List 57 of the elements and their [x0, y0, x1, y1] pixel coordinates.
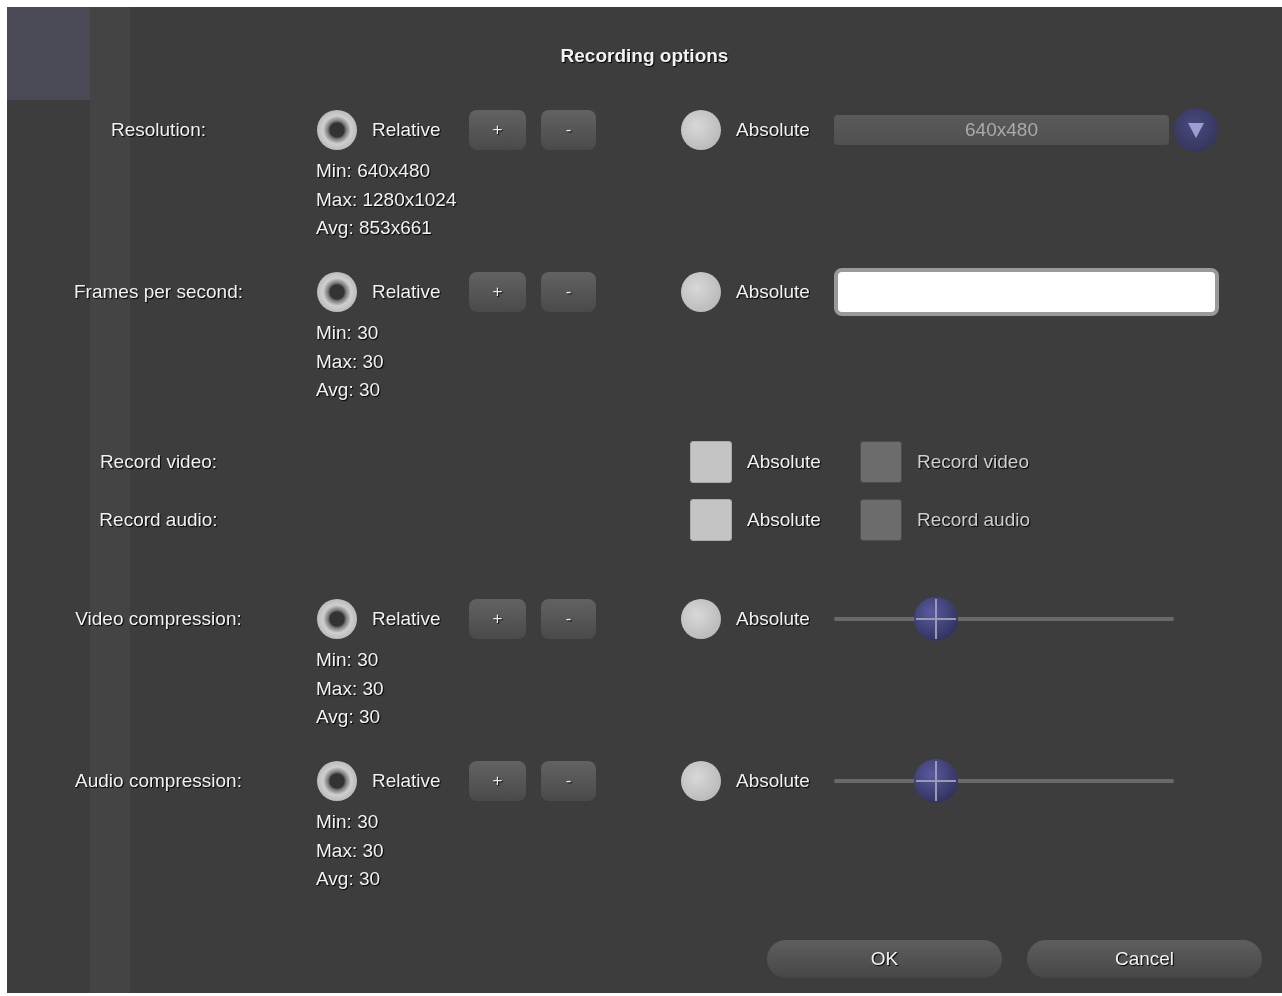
increase-button[interactable]: + — [469, 110, 526, 150]
radio-button[interactable] — [681, 599, 721, 639]
slider-track[interactable] — [834, 759, 1174, 803]
checkbox[interactable] — [690, 499, 732, 541]
decrease-button[interactable]: - — [541, 761, 596, 801]
radio-button[interactable] — [681, 761, 721, 801]
radio-button[interactable] — [681, 110, 721, 150]
increase-button[interactable]: + — [469, 599, 526, 639]
field-label: Frames per second: — [74, 281, 243, 303]
slider-thumb[interactable] — [914, 597, 958, 641]
stat-text: Max: 1280x1024 — [316, 187, 458, 212]
radio-button[interactable] — [317, 272, 357, 312]
stat-text: Max: 30 — [316, 676, 385, 701]
radio-label: Absolute — [736, 119, 811, 141]
checkbox-label: Record video — [917, 451, 1030, 473]
stat-text: Avg: 30 — [316, 378, 382, 402]
field-label: Resolution: — [110, 119, 207, 141]
cancel-button[interactable]: Cancel — [1027, 940, 1262, 978]
checkbox[interactable] — [690, 441, 732, 483]
checkbox-label: Absolute — [747, 451, 822, 473]
increase-button[interactable]: + — [469, 761, 526, 801]
decrease-button[interactable]: - — [541, 599, 596, 639]
stat-text: Max: 30 — [316, 838, 385, 863]
stat-text: Min: 640x480 — [316, 159, 432, 183]
slider-track[interactable] — [834, 597, 1174, 641]
input-field[interactable] — [834, 268, 1219, 316]
radio-button[interactable] — [317, 599, 357, 639]
stat-text: Max: 30 — [316, 349, 385, 374]
radio-label: Absolute — [736, 770, 811, 792]
radio-label: Relative — [372, 770, 442, 792]
slider-thumb[interactable] — [914, 759, 958, 803]
field-label: Record video: — [99, 451, 218, 473]
decrease-button[interactable]: - — [541, 272, 596, 312]
radio-label: Absolute — [736, 608, 811, 630]
radio-button[interactable] — [317, 110, 357, 150]
radio-label: Relative — [372, 281, 442, 303]
checkbox-label: Record audio — [917, 509, 1032, 531]
field-label: Video compression: — [75, 608, 242, 630]
stat-text: Avg: 30 — [316, 705, 382, 729]
checkbox-label: Absolute — [747, 509, 822, 531]
stat-text: Min: 30 — [316, 648, 380, 672]
radio-button[interactable] — [317, 761, 357, 801]
resolution-dropdown[interactable]: 640x480 — [834, 115, 1169, 145]
decrease-button[interactable]: - — [541, 110, 596, 150]
radio-label: Relative — [372, 608, 442, 630]
stat-text: Min: 30 — [316, 810, 380, 834]
ok-button[interactable]: OK — [767, 940, 1002, 978]
radio-label: Absolute — [736, 281, 811, 303]
increase-button[interactable]: + — [469, 272, 526, 312]
field-label: Record audio: — [99, 509, 218, 531]
stat-text: Avg: 30 — [316, 867, 382, 891]
stat-text: Min: 30 — [316, 321, 380, 345]
field-label: Audio compression: — [75, 770, 242, 792]
stat-text: Avg: 853x661 — [316, 216, 433, 240]
dialog-title: Recording options — [560, 45, 729, 68]
radio-button[interactable] — [681, 272, 721, 312]
radio-label: Relative — [372, 119, 442, 141]
